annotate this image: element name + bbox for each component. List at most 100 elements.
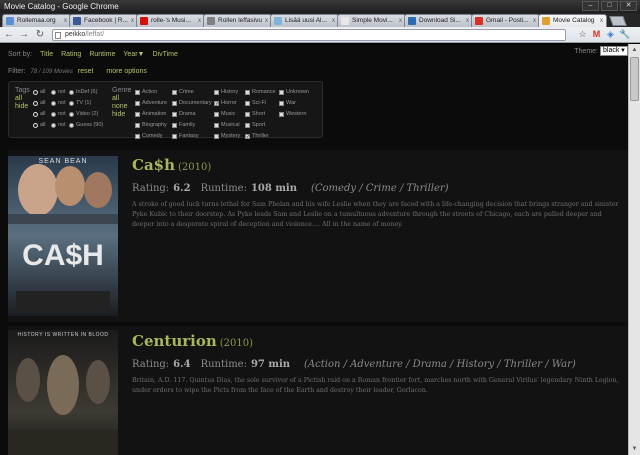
checkbox[interactable] — [245, 100, 250, 106]
genre-all-link[interactable]: all — [112, 95, 131, 103]
tab-movie-catalog[interactable]: Movie Catalog x — [538, 14, 607, 27]
tab-close-icon[interactable]: x — [131, 15, 134, 27]
close-window-button[interactable]: ✕ — [620, 1, 637, 11]
radio[interactable] — [33, 122, 38, 128]
maximize-button[interactable]: □ — [601, 1, 618, 11]
scroll-up-arrow-icon[interactable]: ▲ — [629, 45, 640, 55]
checkbox[interactable] — [279, 111, 284, 117]
address-bar[interactable]: peikko/leffat/ — [52, 29, 566, 41]
genre-adventure[interactable]: Adventure — [135, 100, 167, 106]
genre-history[interactable]: History — [214, 89, 238, 95]
genre-romance[interactable]: Romance — [245, 89, 276, 95]
sort-runtime-link[interactable]: Runtime — [89, 51, 115, 58]
genre-action[interactable]: Action — [135, 89, 157, 95]
genre-musical[interactable]: Musical — [214, 122, 240, 128]
sort-rating-link[interactable]: Rating — [61, 51, 81, 58]
sort-title-link[interactable]: Title — [40, 51, 53, 58]
genre-animation[interactable]: Animation — [135, 111, 166, 117]
tag-guess-not[interactable]: not — [51, 122, 66, 128]
genre-none-link[interactable]: none — [112, 103, 131, 111]
tab-close-icon[interactable]: x — [198, 15, 201, 27]
checkbox[interactable] — [172, 122, 177, 128]
tag-tv-all[interactable]: all — [33, 100, 46, 106]
radio[interactable] — [51, 89, 56, 95]
genre-documentary[interactable]: Documentary — [172, 100, 212, 106]
tag-indef-not[interactable]: not — [51, 89, 66, 95]
radio[interactable] — [69, 111, 74, 117]
sort-divtime-link[interactable]: DivTime — [152, 51, 177, 58]
checkbox[interactable] — [279, 89, 284, 95]
tab-download[interactable]: Download Si... x — [404, 14, 473, 27]
genre-drama[interactable]: Drama — [172, 111, 196, 117]
back-button[interactable]: ← — [3, 29, 15, 41]
checkbox[interactable] — [172, 100, 177, 106]
checkbox[interactable] — [214, 111, 219, 117]
genre-comedy[interactable]: Comedy — [135, 133, 162, 139]
theme-select[interactable]: black ▼ — [600, 46, 628, 56]
checkbox[interactable] — [245, 89, 250, 95]
radio[interactable] — [33, 100, 38, 106]
sort-year-link[interactable]: Year▼ — [123, 51, 144, 58]
radio[interactable] — [51, 111, 56, 117]
tab-rollemaa[interactable]: Rollemaa.org x — [2, 14, 71, 27]
tab-close-icon[interactable]: x — [332, 15, 335, 27]
tag-video-not[interactable]: not — [51, 111, 66, 117]
radio[interactable] — [51, 122, 56, 128]
filter-reset-link[interactable]: reset — [78, 68, 94, 75]
checkbox[interactable] — [172, 89, 177, 95]
checkbox[interactable] — [172, 111, 177, 117]
genre-crime[interactable]: Crime — [172, 89, 194, 95]
radio[interactable] — [69, 122, 74, 128]
tab-gmail[interactable]: Gmail - Posti... x — [471, 14, 540, 27]
checkbox[interactable] — [214, 122, 219, 128]
vertical-scrollbar[interactable]: ▲ ▼ — [628, 44, 640, 455]
tab-rollen-leffasivu[interactable]: Rollen leffasivu x — [203, 14, 272, 27]
more-options-link[interactable]: more options — [106, 68, 146, 75]
genre-family[interactable]: Family — [172, 122, 195, 128]
checkbox[interactable] — [135, 133, 140, 139]
tab-close-icon[interactable]: x — [265, 15, 268, 27]
tag-indef-all[interactable]: all — [33, 89, 46, 95]
radio[interactable] — [33, 111, 38, 117]
checkbox[interactable] — [172, 133, 177, 139]
bookmark-star-icon[interactable]: ☆ — [577, 29, 588, 40]
checkbox[interactable] — [135, 111, 140, 117]
tag-tv[interactable]: TV (1) — [69, 100, 91, 106]
checkbox[interactable] — [245, 111, 250, 117]
tab-lastfm[interactable]: rolle-'s Musi... x — [136, 14, 205, 27]
genre-short[interactable]: Short — [245, 111, 265, 117]
genre-sport[interactable]: Sport — [245, 122, 265, 128]
tag-guess-all[interactable]: all — [33, 122, 46, 128]
genre-music[interactable]: Music — [214, 111, 235, 117]
tab-close-icon[interactable]: x — [399, 15, 402, 27]
tag-video-all[interactable]: all — [33, 111, 46, 117]
minimize-button[interactable]: – — [582, 1, 599, 11]
movie-title-link[interactable]: Centurion — [132, 332, 217, 350]
genre-fantasy[interactable]: Fantasy — [172, 133, 199, 139]
checkbox[interactable] — [214, 133, 219, 139]
checkbox[interactable]: ✓ — [214, 100, 219, 106]
extension-icon[interactable]: ◈ — [605, 29, 616, 40]
tab-lisaa-uusi[interactable]: Lisää uusi Al... x — [270, 14, 339, 27]
checkbox[interactable] — [245, 122, 250, 128]
tags-hide-link[interactable]: hide — [15, 103, 30, 111]
checkbox[interactable] — [135, 100, 140, 106]
checkbox[interactable] — [214, 89, 219, 95]
tab-close-icon[interactable]: x — [533, 15, 536, 27]
genre-scifi[interactable]: Sci-Fi — [245, 100, 266, 106]
movie-poster-centurion[interactable]: HISTORY IS WRITTEN IN BLOOD — [8, 330, 118, 455]
tab-close-icon[interactable]: x — [64, 15, 67, 27]
radio[interactable] — [69, 100, 74, 106]
tag-video[interactable]: Video (2) — [69, 111, 98, 117]
checkbox[interactable] — [135, 122, 140, 128]
checkbox[interactable]: ✓ — [245, 133, 250, 139]
scroll-thumb[interactable] — [630, 57, 639, 101]
tab-facebook[interactable]: Facebook | R... x — [69, 14, 138, 27]
genre-western[interactable]: Western — [279, 111, 306, 117]
gmail-checker-icon[interactable]: M — [591, 29, 602, 40]
radio[interactable] — [51, 100, 56, 106]
checkbox[interactable] — [279, 100, 284, 106]
tab-close-icon[interactable]: x — [600, 15, 603, 27]
radio[interactable] — [69, 89, 74, 95]
new-tab-button[interactable] — [609, 16, 627, 26]
